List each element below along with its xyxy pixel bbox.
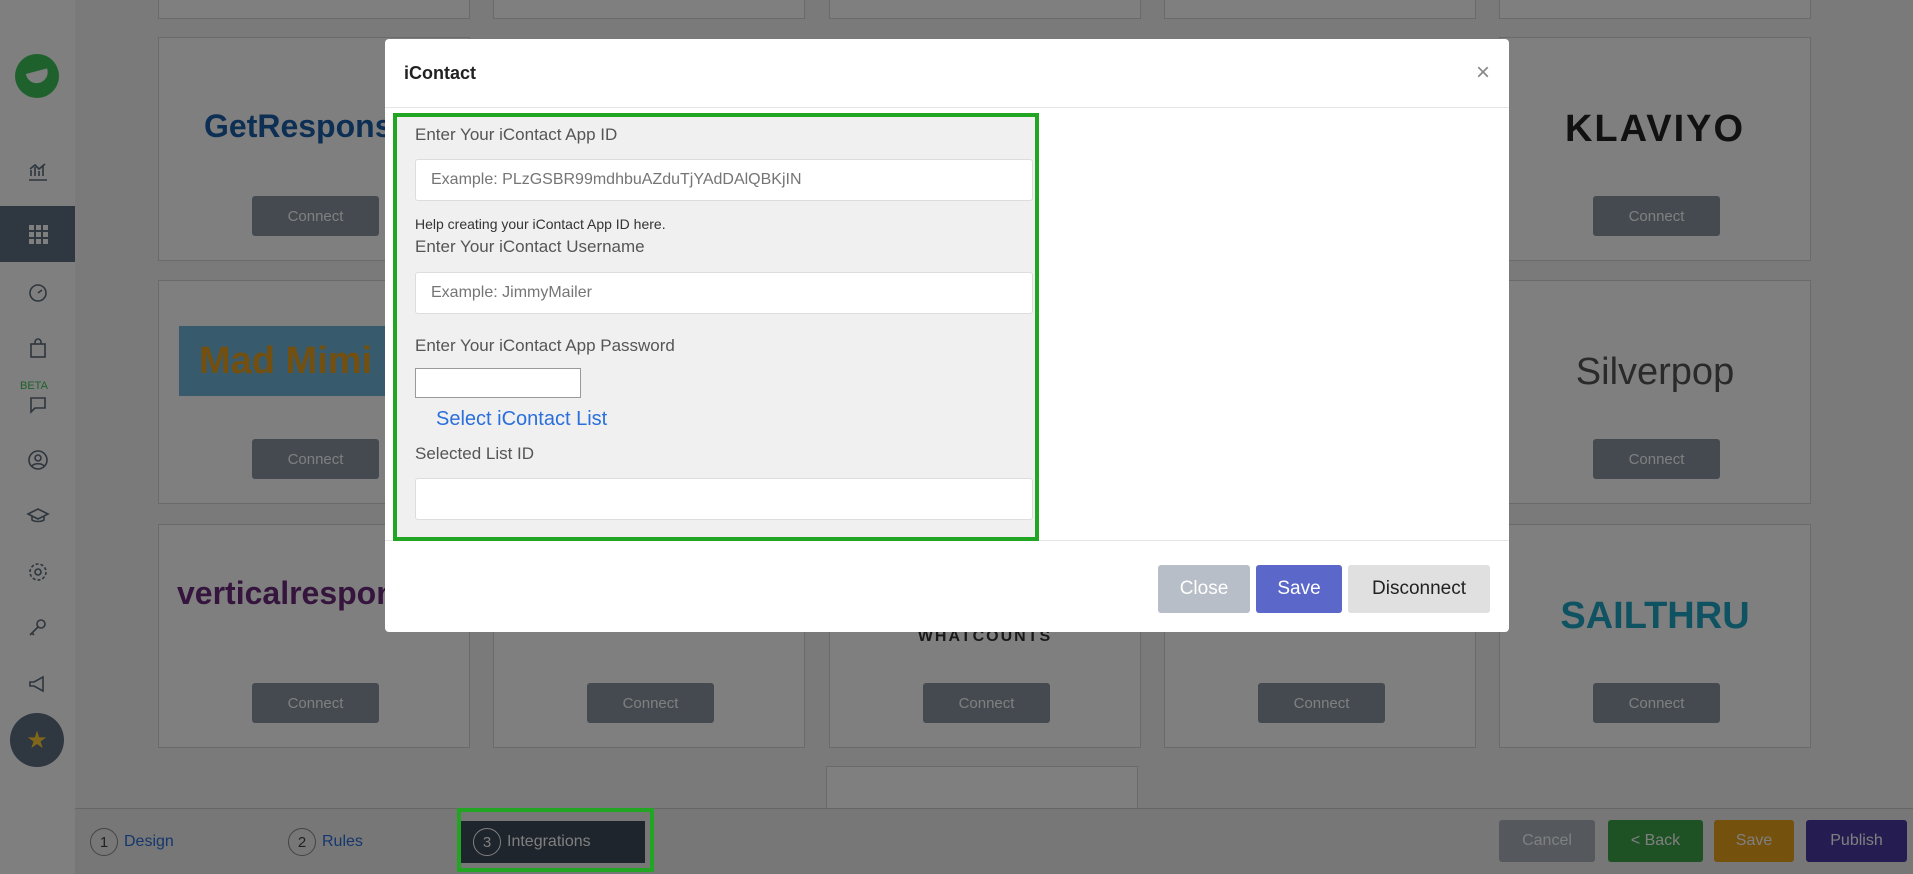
modal-title: iContact (404, 62, 476, 83)
select-list-link[interactable]: Select iContact List (436, 408, 607, 430)
icontact-modal: iContact × Enter Your iContact App ID He… (385, 39, 1509, 632)
close-button[interactable]: Close (1158, 565, 1250, 613)
username-label: Enter Your iContact Username (415, 237, 645, 256)
save-button[interactable]: Save (1256, 565, 1342, 613)
disconnect-button[interactable]: Disconnect (1348, 565, 1490, 613)
selected-list-label: Selected List ID (415, 444, 535, 463)
current-step-highlight (457, 808, 654, 872)
icontact-form: Enter Your iContact App ID Help creating… (393, 113, 1039, 541)
help-link-text[interactable]: Help creating your iContact App ID here. (415, 216, 666, 232)
modal-body: Enter Your iContact App ID Help creating… (385, 109, 1509, 541)
password-label: Enter Your iContact App Password (415, 336, 675, 355)
password-input[interactable] (415, 368, 581, 398)
modal-header: iContact × (385, 39, 1509, 108)
app-id-input[interactable] (415, 159, 1033, 201)
close-icon[interactable]: × (1476, 59, 1490, 87)
selected-list-input[interactable] (415, 478, 1033, 520)
app-id-label: Enter Your iContact App ID (415, 125, 618, 144)
username-input[interactable] (415, 272, 1033, 314)
modal-footer: Close Save Disconnect (1158, 565, 1490, 613)
